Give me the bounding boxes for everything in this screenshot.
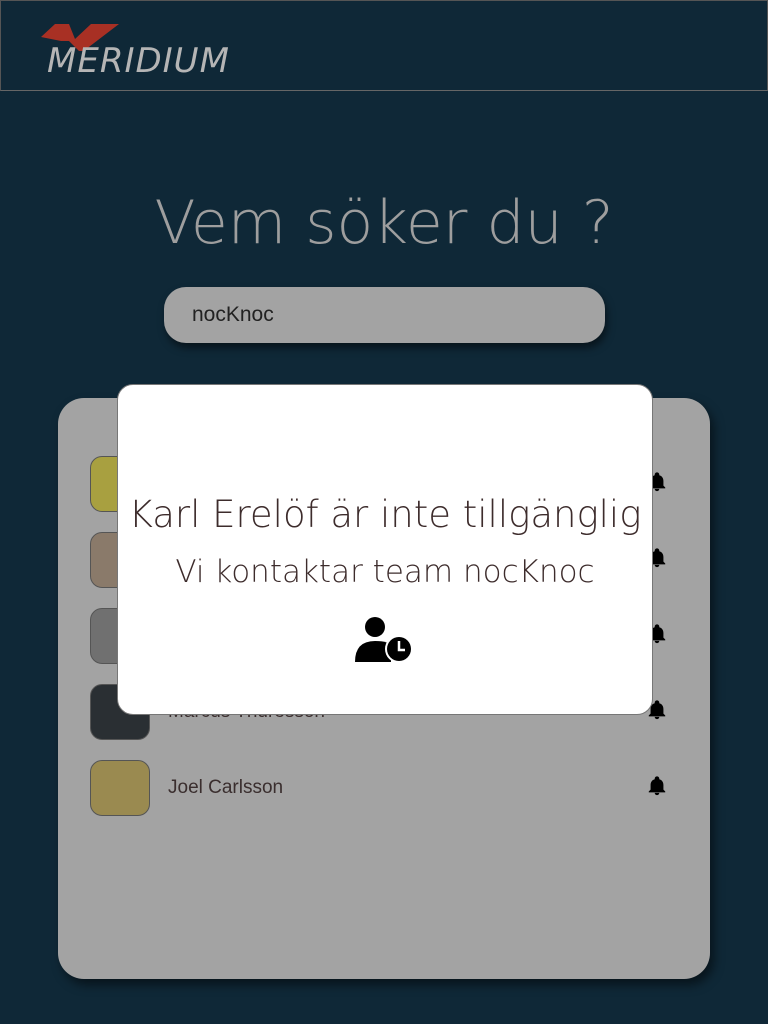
contact-row[interactable]: Joel Carlsson [90, 760, 680, 820]
meridium-logo: MERIDIUM [41, 21, 281, 81]
avatar [90, 760, 150, 816]
top-bar: MERIDIUM [0, 0, 768, 91]
bell-icon[interactable] [646, 774, 668, 798]
search-input[interactable] [164, 287, 605, 343]
dialog-title: Karl Erelöf är inte tillgänglig [128, 493, 642, 536]
unavailable-dialog: Karl Erelöf är inte tillgänglig Vi konta… [117, 384, 653, 715]
user-clock-icon [355, 617, 413, 663]
page-title: Vem söker du ? [154, 188, 614, 258]
dialog-message: Vi kontaktar team nocKnoc [175, 554, 595, 590]
contact-name: Joel Carlsson [168, 777, 284, 798]
logo-text: MERIDIUM [47, 41, 230, 81]
